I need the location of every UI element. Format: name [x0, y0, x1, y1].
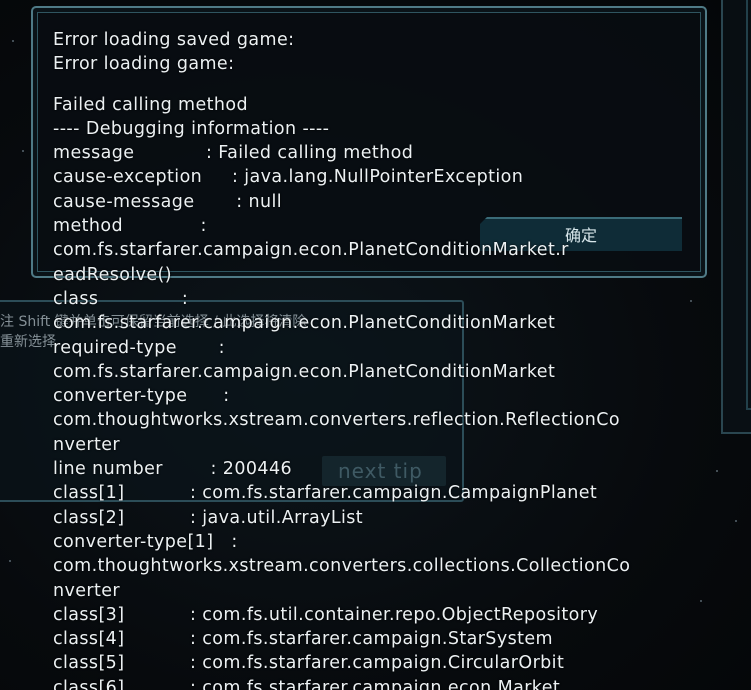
star	[12, 40, 14, 42]
star	[735, 520, 737, 522]
error-line: nverter	[53, 580, 121, 601]
error-line: class[1] : com.fs.starfarer.campaign.Cam…	[53, 483, 598, 504]
error-line: nverter	[53, 434, 121, 455]
error-line: class[4] : com.fs.starfarer.campaign.Sta…	[53, 629, 553, 650]
error-line: Failed calling method	[53, 94, 249, 115]
error-line: com.thoughtworks.xstream.converters.refl…	[53, 410, 620, 431]
error-line: line number : 200446	[53, 459, 293, 480]
background-side-panel-edge	[746, 0, 751, 410]
error-line: com.fs.starfarer.campaign.econ.PlanetCon…	[53, 313, 556, 334]
error-line: class[5] : com.fs.starfarer.campaign.Cir…	[53, 653, 565, 674]
error-line: converter-type :	[53, 386, 230, 407]
error-header-line: Error loading saved game:	[53, 30, 295, 50]
error-message: Error loading saved game: Error loading …	[53, 28, 723, 690]
error-line: class[2] : java.util.ArrayList	[53, 507, 364, 528]
error-line: class[3] : com.fs.util.container.repo.Ob…	[53, 604, 599, 625]
error-line: converter-type[1] :	[53, 531, 238, 552]
error-header-line: Error loading game:	[53, 54, 235, 75]
error-line: class :	[53, 288, 189, 309]
error-line: cause-exception : java.lang.NullPointerE…	[53, 167, 524, 188]
error-line: method :	[53, 216, 207, 237]
error-line: ---- Debugging information ----	[53, 118, 330, 139]
error-line: com.fs.starfarer.campaign.econ.PlanetCon…	[53, 240, 569, 261]
star	[22, 150, 24, 152]
star	[9, 560, 11, 562]
error-line: com.fs.starfarer.campaign.econ.PlanetCon…	[53, 361, 556, 382]
error-line: required-type :	[53, 337, 225, 358]
error-line: com.thoughtworks.xstream.converters.coll…	[53, 556, 631, 577]
error-line: class[6] : com.fs.starfarer.campaign.eco…	[53, 677, 561, 690]
error-line: cause-message : null	[53, 191, 282, 212]
error-line: message : Failed calling method	[53, 143, 414, 164]
error-line: eadResolve()	[53, 264, 173, 285]
game-screen: 注 Shift 键并单击可保留当前选择 / 此选择将清除 重新选择 next t…	[0, 0, 751, 690]
